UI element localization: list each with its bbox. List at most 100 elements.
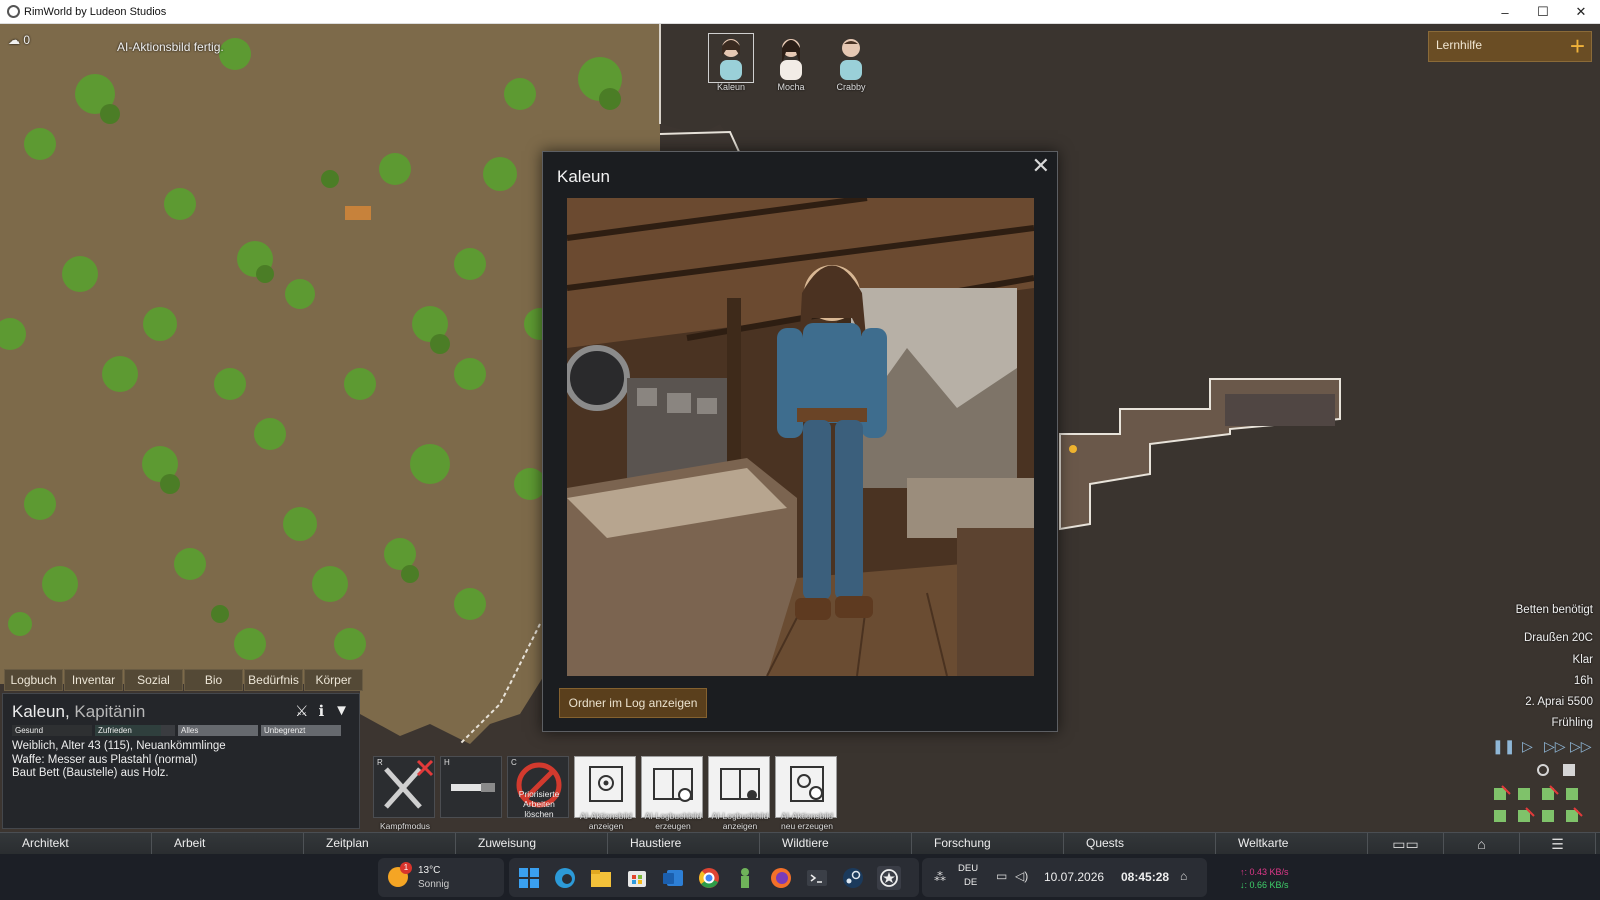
- colonist-crabby[interactable]: Crabby: [826, 34, 876, 92]
- tab-zeitplan[interactable]: Zeitplan: [304, 833, 456, 855]
- tab-history[interactable]: ▭▭: [1368, 833, 1444, 855]
- gizmo-generate-logbook-image[interactable]: AI-Logbuchbild erzeugen: [641, 756, 703, 831]
- gizmo-weapon[interactable]: H: [440, 756, 502, 818]
- inspector-role: Kapitänin: [74, 702, 146, 721]
- colonist-name: Kaleun: [716, 82, 746, 92]
- gizmo-label: AI-Logbuchbild erzeugen: [644, 811, 702, 831]
- health-bar[interactable]: Gesund: [12, 725, 92, 736]
- edge-icon[interactable]: [553, 866, 577, 890]
- gizmo-show-action-image[interactable]: AI-Aktionsbild anzeigen: [574, 756, 636, 831]
- info-icon[interactable]: ℹ: [318, 702, 324, 720]
- gizmo-regenerate-action-image[interactable]: AI-Aktionsbild neu erzeugen: [775, 756, 837, 831]
- medical-care-bar[interactable]: Unbegrenzt: [261, 725, 341, 736]
- speed-fast-button[interactable]: ▷▷: [1544, 738, 1566, 755]
- notification-icon[interactable]: ⌂: [1180, 869, 1187, 883]
- network-icon[interactable]: ▭: [996, 869, 1007, 883]
- overlay-toggles: [1494, 764, 1583, 822]
- minimize-button[interactable]: –: [1486, 0, 1524, 24]
- rename-dropdown-icon[interactable]: ▼: [334, 702, 349, 720]
- chrome-icon[interactable]: [697, 866, 721, 890]
- tab-wildtiere[interactable]: Wildtiere: [760, 833, 912, 855]
- area-restriction-bar[interactable]: Alles: [178, 725, 258, 736]
- close-icon[interactable]: ✕: [1032, 153, 1050, 179]
- file-explorer-icon[interactable]: [589, 866, 613, 890]
- learning-helper-panel[interactable]: Lernhilfe +: [1428, 31, 1592, 62]
- colonist-portrait: [708, 33, 754, 83]
- hotkey-label: R: [377, 758, 383, 767]
- tab-koerper[interactable]: Körper: [304, 669, 363, 691]
- language-region[interactable]: DE: [964, 877, 977, 888]
- date-readout: 2. Aprai 5500: [1525, 696, 1593, 708]
- tab-beduerfnis[interactable]: Bedürfnis: [244, 669, 303, 691]
- detail-line: Weiblich, Alter 43 (115), Neuankömmlinge: [12, 740, 226, 752]
- weather-badge: 1: [400, 862, 412, 874]
- crossed-swords-icon: [384, 759, 434, 809]
- gizmo-combat-mode[interactable]: R Kampfmodus: [373, 756, 435, 831]
- speed-superfast-button[interactable]: ▷▷: [1570, 738, 1592, 755]
- tab-logbuch[interactable]: Logbuch: [4, 669, 63, 691]
- windows-start-icon[interactable]: [517, 866, 541, 890]
- tab-sozial[interactable]: Sozial: [124, 669, 183, 691]
- view-image-icon: [589, 766, 623, 802]
- app-icon[interactable]: [733, 866, 757, 890]
- steam-icon[interactable]: [841, 866, 865, 890]
- rimworld-icon[interactable]: [877, 865, 901, 890]
- tab-zuweisung[interactable]: Zuweisung: [456, 833, 608, 855]
- logbook-view-icon: [720, 768, 760, 800]
- tab-haustiere[interactable]: Haustiere: [608, 833, 760, 855]
- gizmo-label: AI-Aktionsbild neu erzeugen: [781, 811, 833, 831]
- colonist-portrait: [829, 34, 873, 82]
- main-tab-bar: Architekt Arbeit Zeitplan Zuweisung Haus…: [0, 832, 1600, 855]
- taskbar-time[interactable]: 08:45:28: [1121, 870, 1169, 884]
- draft-icon[interactable]: ⚔: [295, 702, 308, 720]
- resource-readout: ☁ 0: [8, 33, 30, 47]
- tab-arbeit[interactable]: Arbeit: [152, 833, 304, 855]
- volume-icon[interactable]: ◁): [1015, 869, 1028, 883]
- rimworld-app-icon: [7, 5, 20, 18]
- alert-beds-needed[interactable]: Betten benötigt: [1516, 604, 1593, 616]
- tab-bio[interactable]: Bio: [184, 669, 243, 691]
- firefox-icon[interactable]: [769, 866, 793, 890]
- tray-overflow-icon[interactable]: ⁂: [934, 870, 946, 884]
- mood-bar[interactable]: Zufrieden: [95, 725, 175, 736]
- outlook-icon[interactable]: [661, 866, 685, 890]
- care-label: Unbegrenzt: [264, 726, 306, 735]
- maximize-button[interactable]: ☐: [1524, 0, 1562, 24]
- colonist-mocha[interactable]: Mocha: [766, 34, 816, 92]
- tab-quests[interactable]: Quests: [1064, 833, 1216, 855]
- tab-weltkarte[interactable]: Weltkarte: [1216, 833, 1368, 855]
- gizmo-show-logbook-image[interactable]: AI-Logbuchbild anzeigen: [708, 756, 770, 831]
- tab-forschung[interactable]: Forschung: [912, 833, 1064, 855]
- tab-menu[interactable]: ☰: [1520, 833, 1596, 855]
- hour-readout: 16h: [1573, 675, 1593, 687]
- tab-inventar[interactable]: Inventar: [64, 669, 123, 691]
- colonist-kaleun[interactable]: Kaleun: [706, 33, 756, 92]
- weather-widget[interactable]: 1 13°C Sonnig: [378, 858, 504, 897]
- tab-architekt[interactable]: Architekt: [0, 833, 152, 855]
- inspector-details: Weiblich, Alter 43 (115), Neuankömmlinge…: [12, 740, 226, 781]
- taskbar-date[interactable]: 10.07.2026: [1044, 870, 1104, 884]
- hotkey-label: H: [444, 758, 450, 767]
- tab-factions[interactable]: ⌂: [1444, 833, 1520, 855]
- language-code[interactable]: DEU: [958, 863, 978, 874]
- logbook-generate-icon: [653, 768, 693, 802]
- factions-icon: ⌂: [1477, 835, 1486, 852]
- store-icon[interactable]: [625, 866, 649, 890]
- close-window-button[interactable]: ✕: [1562, 0, 1600, 24]
- plus-icon[interactable]: +: [1570, 33, 1585, 59]
- gizmo-label: Priorisierte Arbeiten löschen: [518, 789, 560, 819]
- terminal-icon[interactable]: [805, 866, 829, 890]
- weather-desc: Sonnig: [418, 879, 450, 890]
- pause-button[interactable]: ❚❚: [1492, 738, 1515, 755]
- net-download-rate: ↓: 0.66 KB/s: [1240, 880, 1289, 890]
- show-folder-in-log-button[interactable]: Ordner im Log anzeigen: [559, 688, 707, 718]
- ai-generated-image: [567, 198, 1034, 676]
- mood-label: Zufrieden: [98, 726, 132, 735]
- speed-normal-button[interactable]: ▷: [1522, 738, 1533, 755]
- book-icon: ▭▭: [1392, 835, 1419, 852]
- colonist-portrait: [769, 34, 813, 82]
- net-upload-rate: ↑: 0.43 KB/s: [1240, 867, 1289, 877]
- gizmo-clear-prioritized[interactable]: C Priorisierte Arbeiten löschen: [507, 756, 569, 819]
- colonist-name: Mocha: [777, 82, 805, 92]
- learning-helper-label: Lernhilfe: [1436, 38, 1483, 52]
